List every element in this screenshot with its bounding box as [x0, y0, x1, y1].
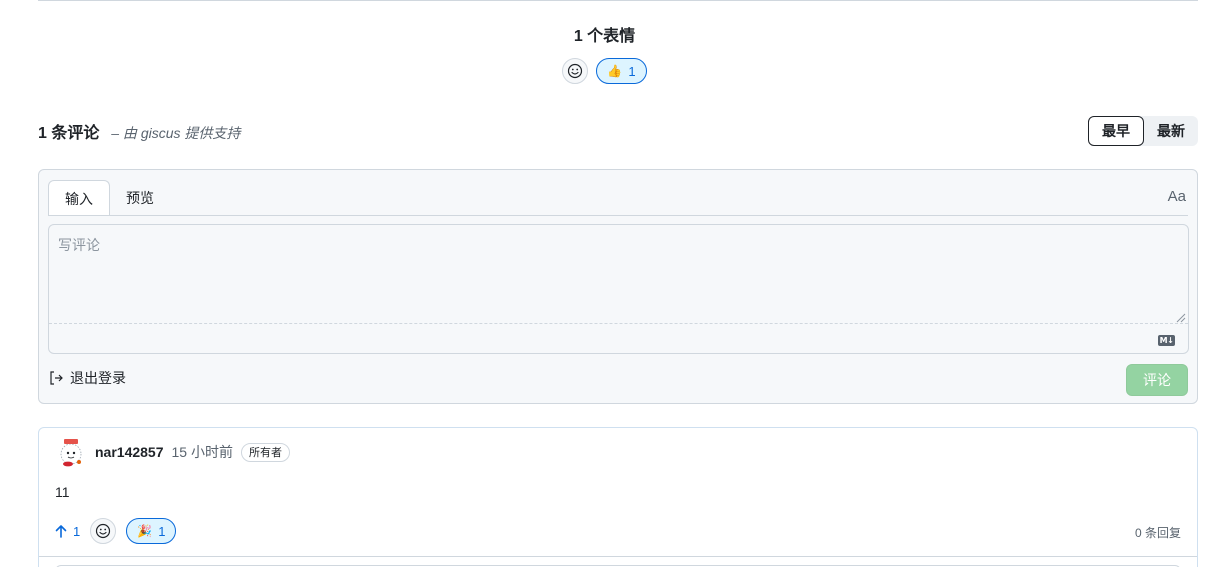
comment-body: 11 [55, 484, 70, 500]
comments-count: 1 条评论 [38, 125, 100, 142]
replies-count: 0 条回复 [1134, 526, 1181, 540]
tabs-divider [48, 215, 1188, 216]
reactions-title: 1 个表情 [573, 28, 636, 45]
tada-reaction[interactable]: 🎉 1 [126, 518, 177, 544]
card-divider [39, 556, 1197, 557]
upvote-count: 1 [73, 523, 81, 539]
comment-input[interactable]: 写评论 M↓ [48, 224, 1189, 354]
format-toggle-button[interactable]: Aa [1168, 188, 1186, 205]
sign-out-icon [50, 371, 63, 385]
resize-handle-icon[interactable] [1176, 313, 1186, 323]
tada-icon: 🎉 [137, 524, 153, 538]
thumbs-up-icon: 👍 [607, 64, 623, 78]
add-comment-reaction-button[interactable] [90, 518, 117, 544]
smiley-icon [96, 523, 111, 539]
markdown-icon: M↓ [1158, 335, 1175, 346]
comment-header: nar142857 15 小时前 所有者 [55, 436, 290, 468]
avatar[interactable] [55, 436, 87, 468]
textarea-dashed-divider [49, 323, 1188, 324]
add-reaction-button[interactable] [562, 58, 589, 84]
reactions-section: 1 个表情 👍 1 [0, 26, 1209, 84]
editor-tabs: 输入 预览 [48, 180, 170, 216]
reaction-count: 1 [628, 63, 636, 79]
sort-toggle: 最早 最新 [1088, 116, 1198, 146]
comment-placeholder: 写评论 [58, 237, 100, 253]
tab-write[interactable]: 输入 [48, 180, 110, 216]
comment-actions: 1 🎉 1 [55, 518, 177, 544]
comment-time[interactable]: 15 小时前 [172, 442, 233, 462]
sign-out-label: 退出登录 [70, 370, 126, 386]
sign-out-link[interactable]: 退出登录 [48, 368, 126, 388]
top-divider [38, 0, 1198, 1]
comment-card: nar142857 15 小时前 所有者 11 1 🎉 1 0 条回复 [38, 427, 1198, 567]
comments-title: 1 条评论 – 由 giscus 提供支持 [38, 119, 240, 143]
thumbs-up-reaction[interactable]: 👍 1 [596, 58, 647, 84]
sort-newest-button[interactable]: 最新 [1144, 116, 1198, 146]
comment-editor: 输入 预览 Aa 写评论 M↓ 退出登录 评论 [38, 169, 1198, 404]
reaction-count: 1 [158, 523, 166, 539]
comments-header: 1 条评论 – 由 giscus 提供支持 最早 最新 [38, 116, 1198, 146]
reactions-row: 👍 1 [0, 58, 1209, 84]
smiley-icon [568, 63, 583, 79]
tab-preview[interactable]: 预览 [110, 180, 170, 216]
upvote-button[interactable]: 1 [55, 524, 80, 539]
arrow-up-icon [55, 525, 67, 538]
owner-badge: 所有者 [240, 442, 290, 462]
comment-author[interactable]: nar142857 [95, 444, 164, 460]
submit-comment-button[interactable]: 评论 [1126, 364, 1188, 396]
sort-oldest-button[interactable]: 最早 [1088, 116, 1144, 146]
powered-by-giscus[interactable]: – 由 giscus 提供支持 [111, 125, 240, 141]
